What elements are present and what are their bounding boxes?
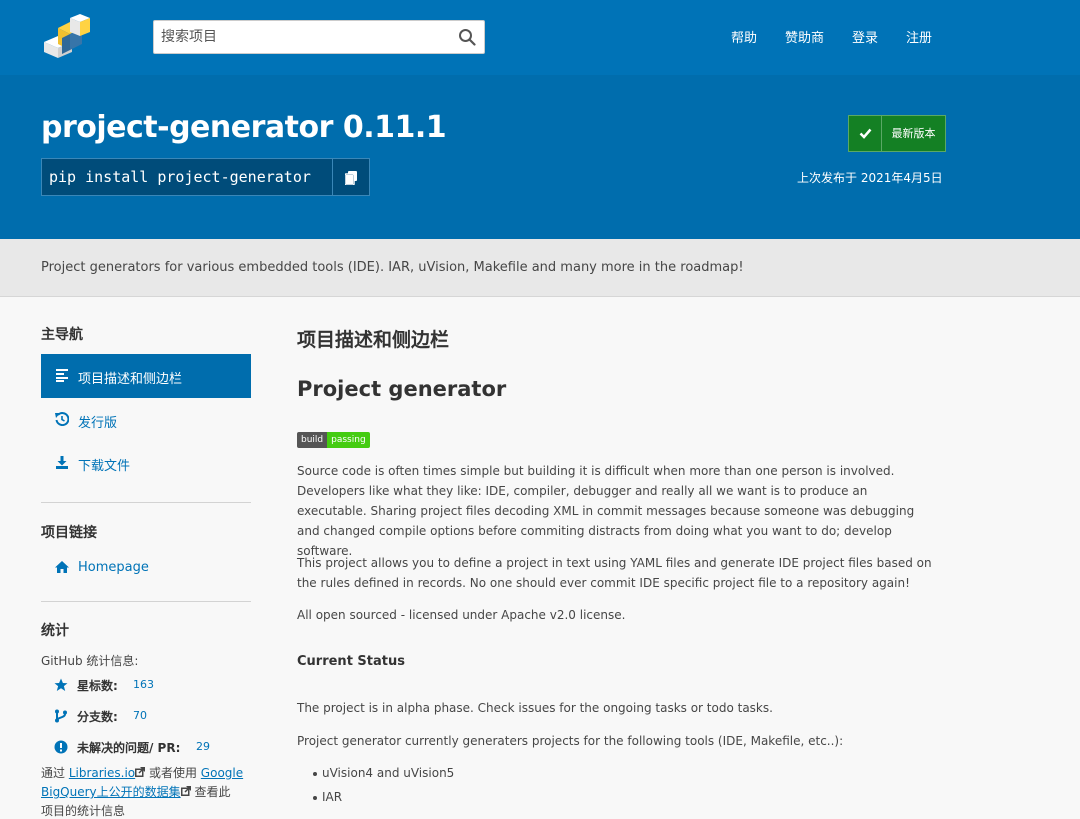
stats-source-text: 通过 Libraries.io 或者使用 Google BigQuery上公开的数… xyxy=(41,764,251,819)
package-summary: Project generators for various embedded … xyxy=(0,239,1080,297)
nav-register[interactable]: 注册 xyxy=(906,27,932,46)
via-prefix: 通过 xyxy=(41,766,69,780)
readme-paragraph: Source code is often times simple but bu… xyxy=(297,464,915,558)
stats-heading: 统计 xyxy=(41,623,69,639)
section-title: 项目描述和侧边栏 xyxy=(297,329,450,351)
sidebar-item-label: 发行版 xyxy=(78,416,118,431)
issues-value: 29 xyxy=(196,740,210,753)
code-branch-icon xyxy=(55,709,67,723)
search-input[interactable] xyxy=(154,21,444,53)
build-badge[interactable]: build passing xyxy=(297,432,370,448)
badge-right: passing xyxy=(327,432,370,448)
readme-paragraph: Project generator currently generaters p… xyxy=(297,734,844,748)
download-icon xyxy=(56,456,68,469)
check-icon xyxy=(849,116,882,151)
top-navbar: 帮助 赞助商 登录 注册 xyxy=(0,0,1080,75)
sidebar-item-label: 项目描述和侧边栏 xyxy=(78,372,183,387)
pip-command[interactable]: pip install project-generator xyxy=(41,158,333,196)
readme-paragraph: The project is in alpha phase. Check iss… xyxy=(297,701,773,715)
nav-sponsors[interactable]: 赞助商 xyxy=(785,27,824,46)
or-use-text: 或者使用 xyxy=(145,766,201,780)
latest-version-label: 最新版本 xyxy=(891,127,936,140)
stars-value: 163 xyxy=(133,678,154,691)
sidebar-item-downloads[interactable]: 下载文件 xyxy=(41,441,251,485)
homepage-link[interactable]: Homepage xyxy=(41,546,251,590)
github-stats-label: GitHub 统计信息: xyxy=(41,654,139,668)
package-title: project-generator 0.11.1 xyxy=(41,110,447,145)
stars-label: 星标数: xyxy=(77,679,118,693)
bigquery-link[interactable]: Google xyxy=(201,766,243,780)
sidebar-item-label: 下载文件 xyxy=(78,459,131,474)
history-icon xyxy=(55,412,69,426)
readme-paragraph: All open sourced - licensed under Apache… xyxy=(297,608,626,622)
sidebar-divider xyxy=(41,601,251,602)
star-icon xyxy=(54,678,68,691)
search-icon[interactable] xyxy=(458,28,476,46)
pip-install-box: pip install project-generator xyxy=(41,158,370,196)
view-this-text: 查看此 xyxy=(190,785,231,799)
align-left-icon xyxy=(56,369,68,382)
release-date: 上次发布于 2021年4月5日 xyxy=(797,171,943,185)
summary-text: Project generators for various embedded … xyxy=(41,260,744,275)
forks-label: 分支数: xyxy=(77,710,118,724)
exclamation-circle-icon xyxy=(54,740,68,754)
sidebar-item-releases[interactable]: 发行版 xyxy=(41,398,251,442)
readme-heading: Project generator xyxy=(297,377,507,401)
forks-value: 70 xyxy=(133,709,147,722)
sidebar-divider xyxy=(41,502,251,503)
copy-button[interactable] xyxy=(333,158,370,196)
pypi-logo[interactable] xyxy=(40,12,96,60)
issues-label: 未解决的问题/ PR: xyxy=(77,741,181,755)
nav-login[interactable]: 登录 xyxy=(852,27,878,46)
external-link-icon xyxy=(180,786,191,796)
search-box xyxy=(153,20,485,54)
sidebar-item-description[interactable]: 项目描述和侧边栏 xyxy=(41,354,251,398)
list-item: uVision4 and uVision5 xyxy=(312,766,455,780)
bigquery-link-cont[interactable]: BigQuery上公开的数据集 xyxy=(41,785,181,799)
libraries-io-link[interactable]: Libraries.io xyxy=(69,766,135,780)
copy-icon xyxy=(345,171,357,185)
nav-help[interactable]: 帮助 xyxy=(731,27,757,46)
current-status-heading: Current Status xyxy=(297,654,405,669)
nav-heading: 主导航 xyxy=(41,327,83,343)
readme-paragraph: This project allows you to define a proj… xyxy=(297,556,932,590)
project-links-heading: 项目链接 xyxy=(41,525,97,541)
latest-version-button[interactable]: 最新版本 xyxy=(848,115,946,152)
package-banner xyxy=(0,75,1080,239)
project-stats-text: 项目的统计信息 xyxy=(41,804,126,818)
badge-left: build xyxy=(297,432,328,448)
homepage-label: Homepage xyxy=(78,560,149,575)
home-icon xyxy=(55,561,69,573)
list-item: IAR xyxy=(312,790,343,804)
external-link-icon xyxy=(135,767,146,777)
